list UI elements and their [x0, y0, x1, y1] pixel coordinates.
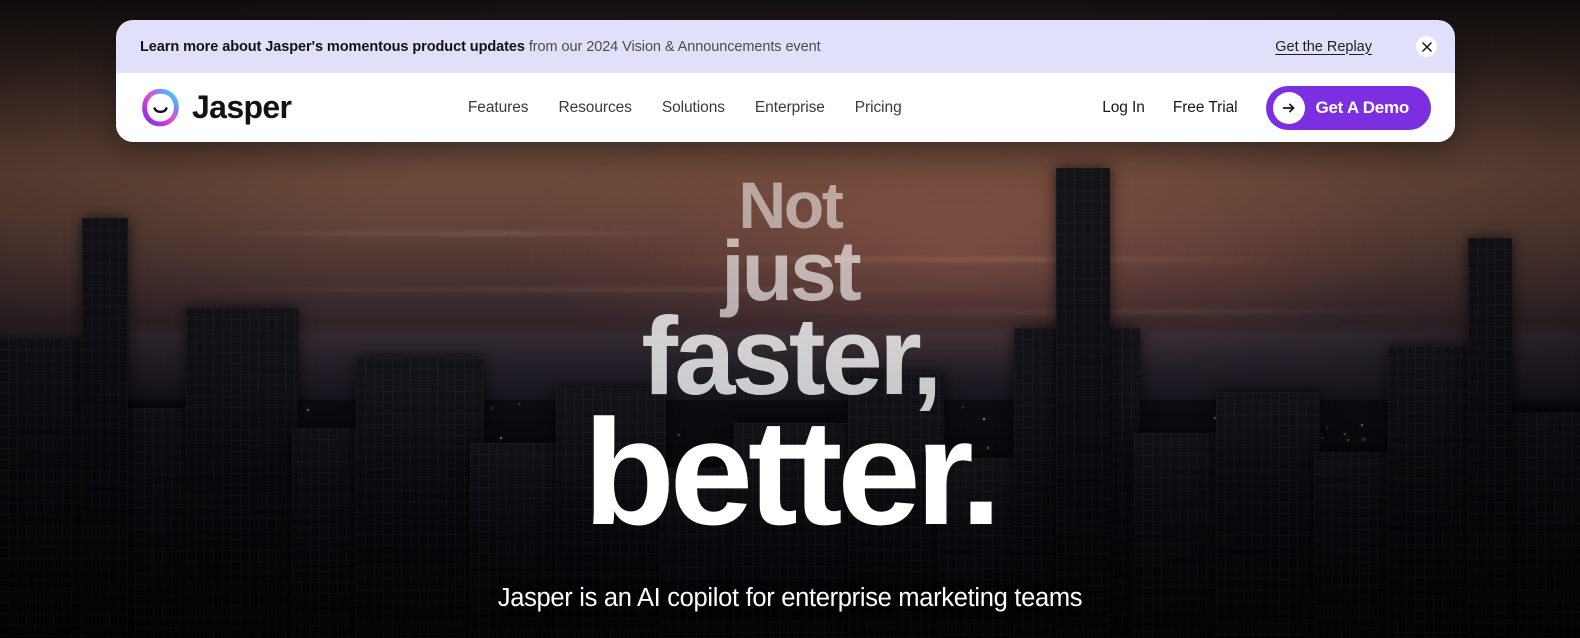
- hero-subtitle: Jasper is an AI copilot for enterprise m…: [0, 580, 1580, 616]
- cta-icon-circle: [1272, 91, 1305, 124]
- close-icon: [1421, 41, 1432, 52]
- announcement-text-bold: Learn more about Jasper's momentous prod…: [140, 38, 525, 55]
- announcement-text-rest: from our 2024 Vision & Announcements eve…: [524, 38, 821, 55]
- nav-actions: Log In Free Trial Get A Demo: [1102, 85, 1431, 130]
- main-navigation: Jasper Features Resources Solutions Ente…: [116, 73, 1455, 142]
- get-a-demo-button[interactable]: Get A Demo: [1265, 85, 1431, 130]
- announcement-banner: Learn more about Jasper's momentous prod…: [116, 20, 1455, 73]
- get-the-replay-link[interactable]: Get the Replay: [1275, 39, 1372, 55]
- header-card: Learn more about Jasper's momentous prod…: [116, 20, 1455, 142]
- arrow-right-icon: [1282, 103, 1294, 112]
- hero-subtitle-line-1: Jasper is an AI copilot for enterprise m…: [497, 584, 1083, 612]
- nav-links: Features Resources Solutions Enterprise …: [267, 99, 1102, 117]
- nav-item-resources[interactable]: Resources: [558, 99, 631, 117]
- announcement-text: Learn more about Jasper's momentous prod…: [140, 39, 821, 55]
- banner-close-button[interactable]: [1416, 36, 1437, 57]
- cta-label: Get A Demo: [1315, 97, 1410, 117]
- nav-item-solutions[interactable]: Solutions: [662, 99, 725, 117]
- nav-item-features[interactable]: Features: [468, 99, 529, 117]
- login-link[interactable]: Log In: [1102, 99, 1145, 117]
- jasper-smile-logo-icon: [142, 88, 179, 126]
- free-trial-link[interactable]: Free Trial: [1173, 99, 1238, 117]
- headline-line-4: better.: [583, 388, 1002, 557]
- nav-item-pricing[interactable]: Pricing: [855, 99, 902, 117]
- page-root: Not just faster, better. Jasper is an AI…: [0, 0, 1580, 638]
- nav-item-enterprise[interactable]: Enterprise: [755, 99, 825, 117]
- hero-headline: Not just faster, better.: [0, 172, 1580, 557]
